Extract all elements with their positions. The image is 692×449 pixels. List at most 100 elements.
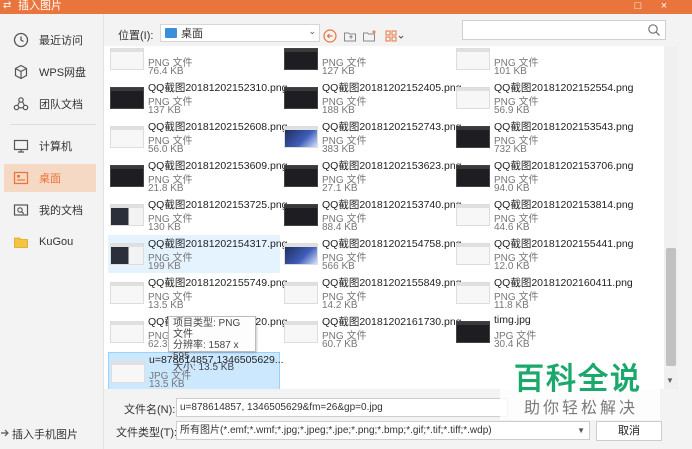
app-icon: ⇄ — [3, 0, 12, 11]
desktop-icon — [12, 169, 30, 187]
search-input[interactable] — [462, 20, 666, 40]
thumbnail-bar — [111, 127, 143, 130]
chevron-down-icon: ⌄ — [308, 26, 316, 36]
file-thumbnail — [456, 243, 490, 265]
file-item[interactable]: QQ截图20181202153814.png PNG 文件 44.6 KB — [454, 196, 634, 234]
filename-input[interactable]: u=878614857, 1346505629&fm=26&gp=0.jpg — [176, 398, 508, 417]
file-thumbnail — [110, 243, 144, 265]
thumbnail-bar — [111, 322, 143, 325]
file-item[interactable]: QQ截图20181202153543.png PNG 文件 732 KB — [454, 118, 634, 156]
sidebar-item-recent[interactable]: 最近访问 — [4, 26, 96, 54]
thumbnail-bar — [111, 166, 143, 169]
sidebar-item-my-documents[interactable]: 我的文档 — [4, 196, 96, 224]
watermark-logo: 百科全说 助你轻松解决 — [500, 350, 660, 420]
window-title: 插入图片 — [18, 0, 62, 12]
insert-phone-image-label: 插入手机图片 — [12, 429, 78, 441]
maximize-button[interactable]: □ — [630, 0, 646, 13]
scrollbar-thumb[interactable] — [666, 248, 676, 366]
file-thumbnail — [110, 48, 144, 70]
close-button[interactable]: × — [656, 0, 672, 13]
thumbnail-bar — [457, 166, 489, 169]
file-item[interactable]: QQ截图20181202155441.png PNG 文件 12.0 KB — [454, 235, 634, 273]
thumbnail-bar — [457, 205, 489, 208]
cube-icon — [12, 63, 30, 81]
file-thumbnail — [456, 165, 490, 187]
tooltip-resolution: 分辨率: 1587 x 595 — [173, 340, 239, 362]
filetype-select[interactable]: 所有图片(*.emf;*.wmf;*.jpg;*.jpeg;*.jpe;*.pn… — [176, 421, 590, 440]
tooltip-type: 项目类型: PNG 文件 — [173, 318, 241, 340]
documents-icon — [12, 201, 30, 219]
file-size: 101 KB — [494, 66, 527, 77]
file-item[interactable]: QQ截图20181202152608.png PNG 文件 56.0 KB — [108, 118, 288, 156]
file-size: 21.8 KB — [148, 183, 184, 194]
view-menu-button[interactable] — [384, 28, 406, 44]
file-item[interactable]: QQ截图20181202154317.png PNG 文件 199 KB — [108, 235, 288, 273]
sidebar-item-kugou[interactable]: KuGou — [4, 228, 96, 256]
location-label: 位置(I): — [118, 30, 154, 42]
file-item[interactable]: QQ截图20181202152554.png PNG 文件 56.9 KB — [454, 79, 634, 117]
up-folder-button[interactable] — [342, 28, 358, 44]
search-icon — [647, 23, 661, 37]
file-thumbnail — [110, 282, 144, 304]
sidebar-item-label: KuGou — [39, 236, 74, 248]
file-item[interactable]: QQ截图20181202153623.png PNG 文件 27.1 KB — [282, 157, 462, 195]
file-size: 13.5 KB — [148, 300, 184, 311]
sidebar-item-computer[interactable]: 计算机 — [4, 132, 96, 160]
file-size: 12.0 KB — [494, 261, 530, 272]
new-folder-icon — [363, 30, 376, 42]
up-folder-icon — [344, 32, 356, 42]
file-size: 27.1 KB — [322, 183, 358, 194]
file-size: 88.4 KB — [322, 222, 358, 233]
sidebar-item-desktop[interactable]: 桌面 — [4, 164, 96, 192]
scroll-down-icon[interactable]: ▼ — [666, 376, 674, 385]
file-item[interactable]: QQ截图20181202154758.png PNG 文件 566 KB — [282, 235, 462, 273]
computer-icon — [12, 137, 30, 155]
file-item[interactable]: PNG 文件 127 KB — [282, 46, 454, 78]
file-name: timg.jpg — [494, 314, 531, 326]
phone-link-icon — [0, 427, 10, 442]
thumbnail-bar — [285, 322, 317, 325]
thumbnail-bar — [285, 166, 317, 169]
file-item[interactable]: QQ截图20181202153725.png PNG 文件 130 KB — [108, 196, 288, 234]
file-item[interactable]: PNG 文件 76.4 KB — [108, 46, 280, 78]
file-item[interactable]: PNG 文件 101 KB — [454, 46, 626, 78]
file-tooltip: 项目类型: PNG 文件 分辨率: 1587 x 595 大小: 13.5 KB — [168, 316, 256, 373]
file-size: 188 KB — [322, 105, 355, 116]
file-thumbnail — [284, 282, 318, 304]
file-item[interactable]: timg.jpg JPG 文件 30.4 KB — [454, 313, 626, 351]
file-item[interactable]: QQ截图20181202153740.png PNG 文件 88.4 KB — [282, 196, 462, 234]
vertical-scrollbar[interactable]: ▼ — [664, 46, 678, 389]
file-item[interactable]: QQ截图20181202152405.png PNG 文件 188 KB — [282, 79, 462, 117]
file-size: 56.9 KB — [494, 105, 530, 116]
file-item[interactable]: QQ截图20181202153609.png PNG 文件 21.8 KB — [108, 157, 288, 195]
file-item[interactable]: QQ截图20181202160411.png PNG 文件 11.8 KB — [454, 274, 633, 312]
file-item[interactable]: QQ截图20181202152743.png PNG 文件 383 KB — [282, 118, 462, 156]
file-item[interactable]: QQ截图20181202155749.png PNG 文件 13.5 KB — [108, 274, 288, 312]
sidebar-item-team-docs[interactable]: 团队文档 — [4, 90, 96, 118]
file-thumbnail — [110, 204, 144, 226]
file-size: 11.8 KB — [494, 300, 529, 311]
location-dropdown[interactable]: 桌面 ⌄ — [160, 24, 320, 42]
filetype-label: 文件类型(T): — [116, 427, 178, 439]
file-size: 127 KB — [322, 66, 355, 77]
team-icon — [12, 95, 30, 113]
file-size: 94.0 KB — [494, 183, 530, 194]
file-item[interactable]: QQ截图20181202155849.png PNG 文件 14.2 KB — [282, 274, 462, 312]
insert-phone-image-link[interactable]: 插入手机图片 — [0, 424, 78, 444]
sidebar-item-wps-cloud[interactable]: WPS网盘 — [4, 58, 96, 86]
back-button[interactable] — [322, 28, 338, 44]
file-thumbnail — [110, 87, 144, 109]
cancel-button[interactable]: 取消 — [596, 421, 662, 441]
file-item[interactable]: QQ截图20181202161730.png PNG 文件 60.7 KB — [282, 313, 462, 351]
file-item[interactable]: QQ截图20181202152310.png PNG 文件 137 KB — [108, 79, 288, 117]
title-bar: ⇄ 插入图片 □ × — [0, 0, 692, 14]
sidebar-item-label: 桌面 — [39, 173, 61, 185]
new-folder-button[interactable] — [362, 28, 378, 44]
thumbnail-bar — [457, 322, 489, 325]
file-thumbnail — [110, 165, 144, 187]
folder-icon — [12, 233, 30, 251]
file-thumbnail — [284, 165, 318, 187]
sidebar-item-label: WPS网盘 — [39, 67, 87, 79]
file-size: 130 KB — [148, 222, 181, 233]
file-item[interactable]: QQ截图20181202153706.png PNG 文件 94.0 KB — [454, 157, 634, 195]
